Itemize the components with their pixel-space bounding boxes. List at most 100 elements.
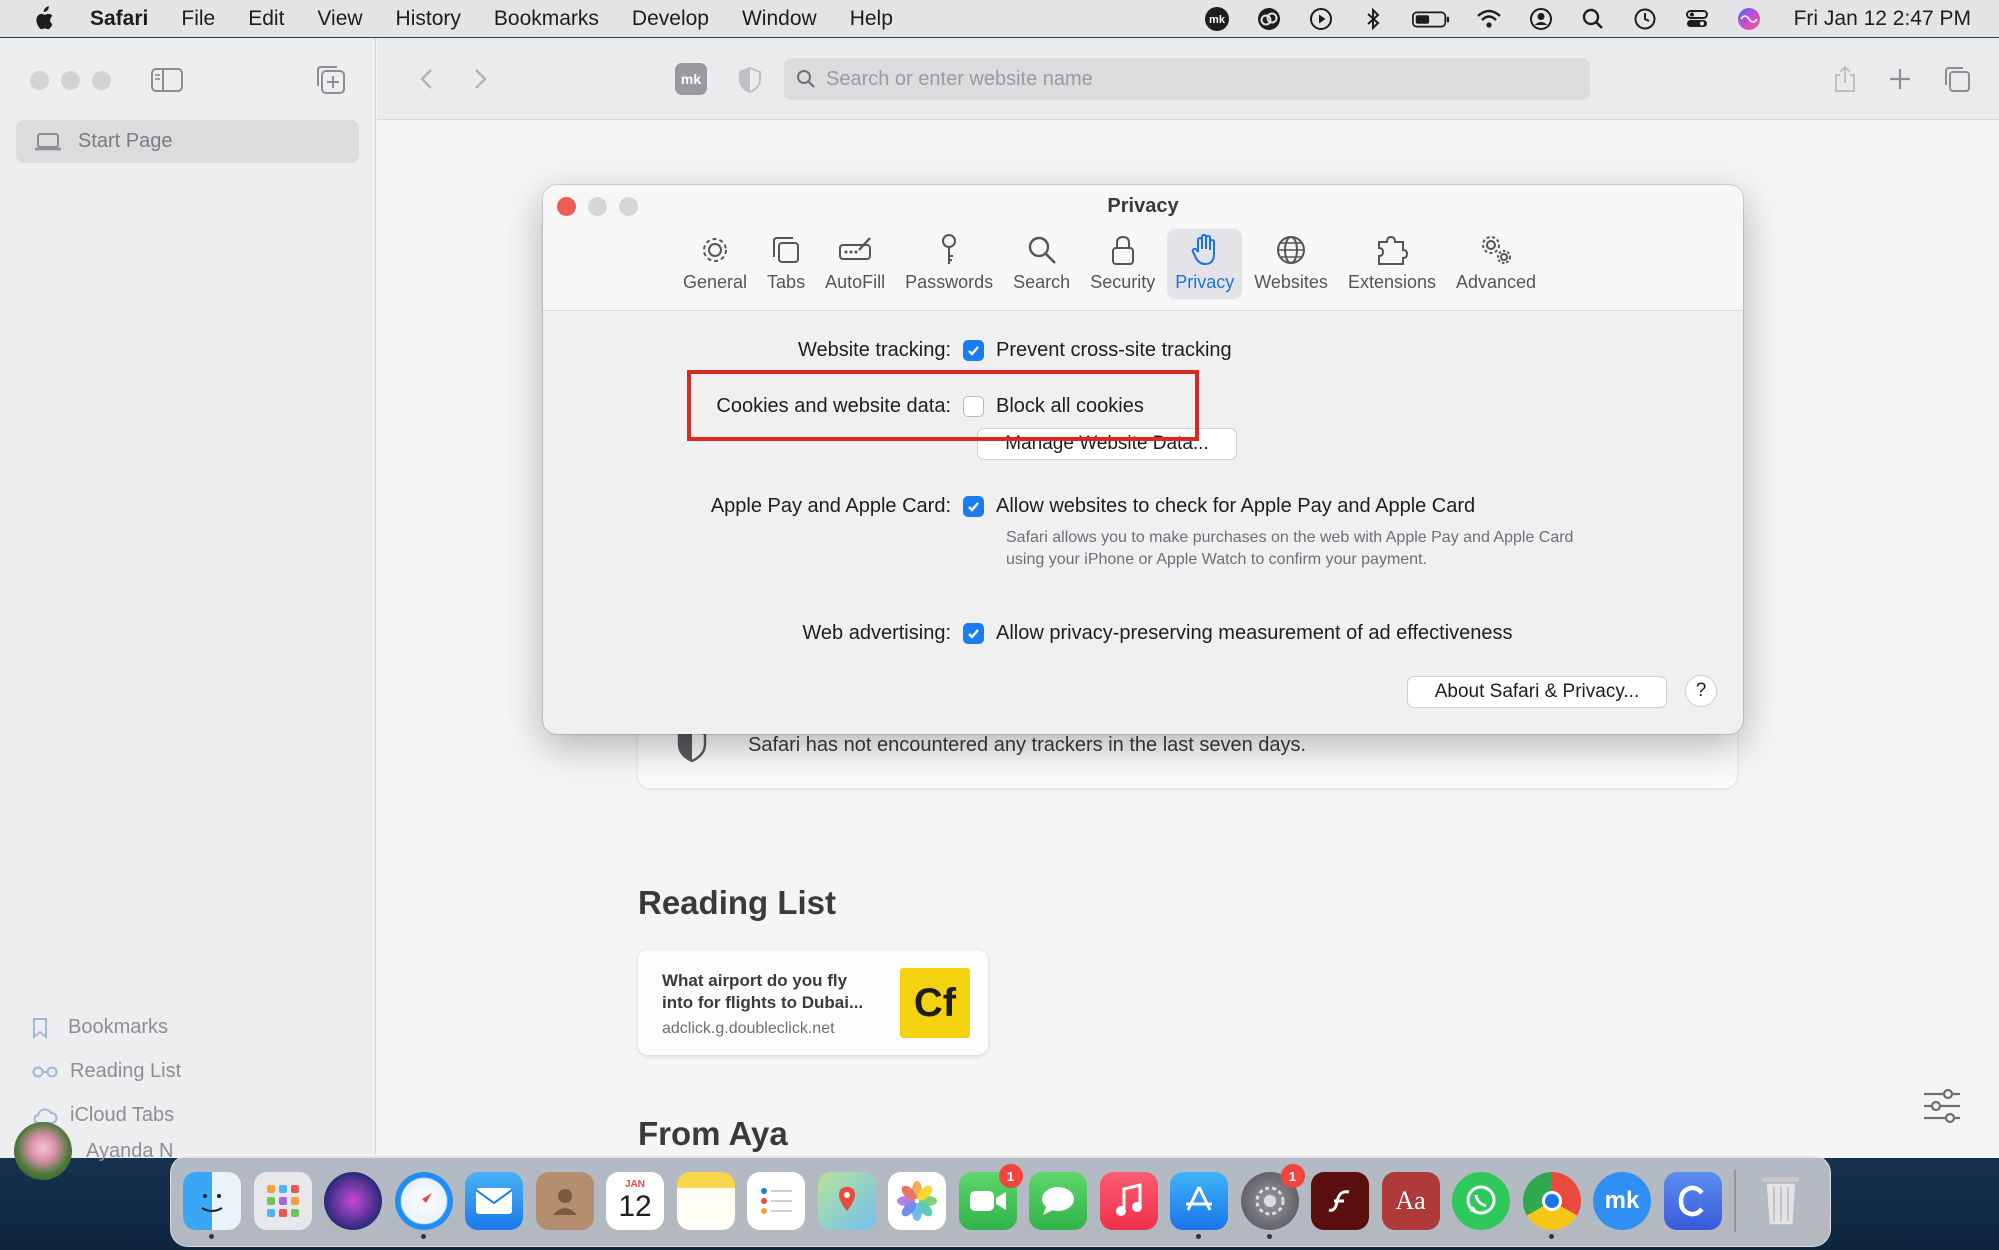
- flash-player-icon[interactable]: [1311, 1172, 1369, 1230]
- reading-list-item[interactable]: What airport do you fly into for flights…: [638, 950, 988, 1055]
- apple-pay-row: Apple Pay and Apple Card: Allow websites…: [543, 495, 1475, 518]
- menu-help[interactable]: Help: [850, 7, 893, 31]
- prevent-tracking-label[interactable]: Prevent cross-site tracking: [996, 339, 1232, 362]
- finder-icon[interactable]: [183, 1172, 241, 1239]
- mk-status-icon[interactable]: mk: [1202, 6, 1232, 32]
- address-bar[interactable]: Search or enter website name: [784, 58, 1590, 100]
- customize-start-page-icon[interactable]: [1922, 1088, 1962, 1124]
- tab-general[interactable]: General: [675, 229, 755, 299]
- apple-pay-label: Apple Pay and Apple Card:: [710, 495, 951, 517]
- c-app-icon[interactable]: [1663, 1172, 1722, 1230]
- apple-pay-option-label[interactable]: Allow websites to check for Apple Pay an…: [996, 495, 1475, 518]
- close-window-button[interactable]: [30, 71, 49, 90]
- siri-app-icon[interactable]: [324, 1172, 382, 1230]
- tab-passwords[interactable]: Passwords: [897, 229, 1001, 299]
- mk-extension-button[interactable]: mk: [675, 63, 707, 95]
- user-account-icon[interactable]: [1526, 6, 1556, 32]
- zoom-window-button[interactable]: [92, 71, 111, 90]
- bluetooth-icon[interactable]: [1358, 6, 1388, 32]
- help-button[interactable]: ?: [1686, 676, 1716, 706]
- launchpad-icon[interactable]: [253, 1172, 312, 1230]
- tab-label: Passwords: [905, 272, 994, 292]
- apple-pay-checkbox[interactable]: [963, 496, 984, 517]
- play-icon[interactable]: [1306, 6, 1336, 32]
- app-store-icon[interactable]: [1170, 1172, 1228, 1239]
- web-advertising-row: Web advertising: Allow privacy-preservin…: [543, 622, 1513, 645]
- privacy-preferences-dialog: Privacy General Tabs AutoFill Passwords …: [543, 185, 1743, 734]
- website-tracking-row: Website tracking: Prevent cross-site tra…: [543, 339, 1232, 362]
- menu-file[interactable]: File: [181, 7, 215, 31]
- tab-extensions[interactable]: Extensions: [1340, 229, 1444, 299]
- menu-bookmarks[interactable]: Bookmarks: [494, 7, 599, 31]
- chrome-icon[interactable]: [1522, 1172, 1581, 1239]
- tab-advanced[interactable]: Advanced: [1448, 229, 1544, 299]
- messages-icon[interactable]: [1029, 1172, 1087, 1230]
- new-tab-icon[interactable]: [1885, 64, 1915, 94]
- menu-clock[interactable]: Fri Jan 12 2:47 PM: [1794, 7, 1971, 31]
- forward-icon[interactable]: [467, 66, 493, 92]
- system-preferences-icon[interactable]: 1: [1240, 1164, 1305, 1239]
- whatsapp-icon[interactable]: [1452, 1172, 1510, 1230]
- menu-app-name[interactable]: Safari: [90, 7, 148, 31]
- dictionary-icon[interactable]: Aa: [1381, 1172, 1440, 1230]
- sidebar-item-label: Start Page: [78, 130, 173, 152]
- control-center-icon[interactable]: [1682, 6, 1712, 32]
- tab-overview-icon[interactable]: [1942, 64, 1972, 94]
- tracker-message: Safari has not encountered any trackers …: [748, 733, 1307, 756]
- sidebar-item-reading-list[interactable]: Reading List: [32, 1060, 181, 1083]
- mk-app-icon[interactable]: mk: [1593, 1172, 1651, 1230]
- safari-icon[interactable]: [394, 1172, 453, 1239]
- sidebar-item-label: Bookmarks: [68, 1016, 169, 1038]
- settings-badge: 1: [1280, 1164, 1305, 1188]
- menu-window[interactable]: Window: [742, 7, 817, 31]
- dock-separator: [1734, 1170, 1736, 1232]
- mail-icon[interactable]: [465, 1172, 523, 1230]
- tab-websites[interactable]: Websites: [1246, 229, 1336, 299]
- sidebar-item-bookmarks[interactable]: Bookmarks: [32, 1016, 168, 1039]
- privacy-shield-icon[interactable]: [737, 66, 763, 94]
- photos-icon[interactable]: [888, 1172, 946, 1230]
- prevent-tracking-checkbox[interactable]: [963, 340, 984, 361]
- tab-label: Tabs: [767, 272, 806, 292]
- notes-icon[interactable]: [676, 1172, 735, 1230]
- facetime-icon[interactable]: 1: [958, 1164, 1023, 1230]
- tab-autofill[interactable]: AutoFill: [817, 229, 893, 299]
- tab-security[interactable]: Security: [1082, 229, 1163, 299]
- tab-tabs[interactable]: Tabs: [759, 229, 813, 299]
- maps-icon[interactable]: [817, 1172, 876, 1230]
- creative-cloud-icon[interactable]: [1254, 6, 1284, 32]
- sidebar-item-start-page[interactable]: Start Page: [16, 120, 359, 163]
- menu-edit[interactable]: Edit: [248, 7, 284, 31]
- tab-privacy[interactable]: Privacy: [1167, 229, 1243, 299]
- hand-icon: [1191, 233, 1215, 266]
- calendar-icon[interactable]: JAN 12: [606, 1172, 664, 1230]
- about-safari-privacy-button[interactable]: About Safari & Privacy...: [1408, 677, 1666, 707]
- tab-search[interactable]: Search: [1005, 229, 1078, 299]
- apple-menu-icon[interactable]: [32, 5, 62, 32]
- menu-develop[interactable]: Develop: [632, 7, 709, 31]
- user-profile[interactable]: Ayanda N: [14, 1122, 173, 1180]
- dialog-header: Privacy General Tabs AutoFill Passwords …: [543, 185, 1743, 311]
- music-icon[interactable]: [1099, 1172, 1158, 1230]
- dock: JAN 12 1 1 Aa mk: [170, 1155, 1831, 1247]
- back-icon[interactable]: [414, 66, 440, 92]
- share-icon[interactable]: [1830, 64, 1860, 94]
- apple-pay-description: Safari allows you to make purchases on t…: [1006, 529, 1574, 568]
- minimize-window-button[interactable]: [61, 71, 80, 90]
- menu-history[interactable]: History: [396, 7, 461, 31]
- tabs-icon: [773, 237, 800, 263]
- ad-measurement-label[interactable]: Allow privacy-preserving measurement of …: [996, 622, 1513, 645]
- menu-view[interactable]: View: [317, 7, 362, 31]
- battery-icon[interactable]: [1410, 6, 1452, 32]
- spotlight-search-icon[interactable]: [1578, 6, 1608, 32]
- reminders-icon[interactable]: [747, 1172, 805, 1230]
- siri-icon[interactable]: [1734, 6, 1764, 32]
- ad-measurement-checkbox[interactable]: [963, 623, 984, 644]
- wifi-icon[interactable]: [1474, 6, 1504, 32]
- new-tab-group-icon[interactable]: [315, 64, 347, 96]
- tab-label: Privacy: [1175, 272, 1235, 292]
- contacts-icon[interactable]: [535, 1172, 594, 1230]
- sidebar-toggle-icon[interactable]: [150, 66, 184, 94]
- trash-icon[interactable]: [1752, 1172, 1810, 1230]
- time-machine-icon[interactable]: [1630, 6, 1660, 32]
